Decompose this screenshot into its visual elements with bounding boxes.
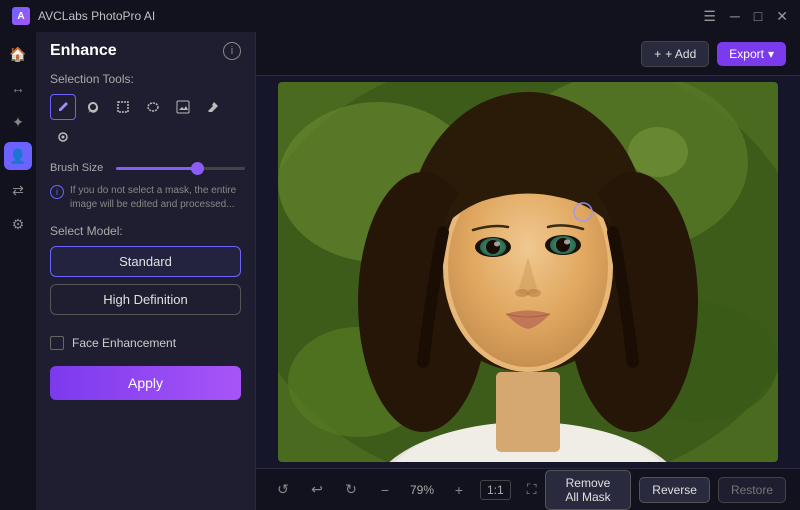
undo2-button[interactable]: ↩ <box>304 477 330 503</box>
export-button[interactable]: Export ▾ <box>717 42 786 66</box>
sidebar-item-object[interactable]: ✦ <box>4 108 32 136</box>
restore-button[interactable]: Restore <box>718 477 786 503</box>
selection-tools-section: Selection Tools: <box>36 66 255 156</box>
info-hint-text: If you do not select a mask, the entire … <box>70 184 241 212</box>
ellipse-select-tool[interactable] <box>140 94 166 120</box>
selection-tools-label: Selection Tools: <box>50 72 241 86</box>
pen-tool[interactable] <box>50 94 76 120</box>
left-panel: Enhance i Selection Tools: <box>36 32 256 510</box>
zoom-in-button[interactable]: + <box>446 477 472 503</box>
bottom-actions: Remove All Mask Reverse Restore <box>545 470 786 510</box>
rect-select-tool[interactable] <box>110 94 136 120</box>
brush-size-label: Brush Size <box>50 162 108 174</box>
fit-screen-button[interactable]: ⛶ <box>519 477 545 503</box>
brush-tool[interactable] <box>50 124 76 150</box>
add-icon: + <box>654 47 661 61</box>
top-bar: + + Add Export ▾ <box>256 32 800 76</box>
title-bar: A AVCLabs PhotoPro AI ☰ ─ □ ✕ <box>0 0 800 32</box>
title-bar-controls: ☰ ─ □ ✕ <box>703 9 788 23</box>
high-definition-model-button[interactable]: High Definition <box>50 284 241 315</box>
sidebar-item-face[interactable]: 👤 <box>4 142 32 170</box>
app-icon: A <box>12 7 30 25</box>
title-bar-left: A AVCLabs PhotoPro AI <box>12 7 155 25</box>
sidebar-item-settings[interactable]: ⚙ <box>4 210 32 238</box>
zoom-percentage: 79% <box>406 483 438 497</box>
main-layout: 🏠 ↔ ✦ 👤 ⇄ ⚙ Enhance i Selection Tools: <box>0 32 800 510</box>
icon-sidebar: 🏠 ↔ ✦ 👤 ⇄ ⚙ <box>0 32 36 510</box>
brush-size-row: Brush Size <box>36 156 255 180</box>
redo-button[interactable]: ↻ <box>338 477 364 503</box>
info-hint-icon: i <box>50 185 64 199</box>
portrait-image <box>278 82 778 462</box>
close-button[interactable]: ✕ <box>776 9 788 23</box>
undo-button[interactable]: ↺ <box>270 477 296 503</box>
remove-all-mask-button[interactable]: Remove All Mask <box>545 470 632 510</box>
face-enhancement-row: Face Enhancement <box>36 330 255 362</box>
export-label: Export <box>729 47 764 61</box>
apply-button[interactable]: Apply <box>50 366 241 400</box>
panel-header: Enhance i <box>36 32 255 66</box>
panel-title: Enhance <box>50 42 117 60</box>
zoom-out-button[interactable]: − <box>372 477 398 503</box>
minimize-button[interactable]: ─ <box>730 9 740 23</box>
add-label: + Add <box>665 47 696 61</box>
bottom-bar: ↺ ↩ ↻ − 79% + 1:1 ⛶ Remove All Mask Reve… <box>256 468 800 510</box>
sidebar-item-enhance[interactable]: ↔ <box>4 74 32 102</box>
panel-info-icon[interactable]: i <box>223 42 241 60</box>
add-button[interactable]: + + Add <box>641 41 709 67</box>
lasso-tool[interactable] <box>80 94 106 120</box>
brush-size-slider[interactable] <box>116 167 245 170</box>
export-chevron: ▾ <box>768 47 774 61</box>
face-enhancement-checkbox[interactable] <box>50 336 64 350</box>
eraser-tool[interactable] <box>200 94 226 120</box>
app-title: AVCLabs PhotoPro AI <box>38 9 155 23</box>
face-enhancement-label: Face Enhancement <box>72 336 176 350</box>
maximize-button[interactable]: □ <box>754 9 762 23</box>
content-area: + + Add Export ▾ <box>256 32 800 510</box>
menu-icon[interactable]: ☰ <box>703 9 716 23</box>
reverse-button[interactable]: Reverse <box>639 477 710 503</box>
info-hint: i If you do not select a mask, the entir… <box>36 180 255 220</box>
photo-container[interactable] <box>278 82 778 462</box>
image-select-tool[interactable] <box>170 94 196 120</box>
model-section: Select Model: Standard High Definition <box>36 220 255 330</box>
standard-model-button[interactable]: Standard <box>50 246 241 277</box>
zoom-ratio[interactable]: 1:1 <box>480 480 511 500</box>
select-model-label: Select Model: <box>50 224 241 238</box>
image-canvas <box>256 76 800 468</box>
apply-btn-wrap: Apply <box>36 362 255 414</box>
zoom-controls: ↺ ↩ ↻ − 79% + 1:1 ⛶ <box>270 477 545 503</box>
sidebar-item-home[interactable]: 🏠 <box>4 40 32 68</box>
sidebar-item-transfer[interactable]: ⇄ <box>4 176 32 204</box>
selection-tools-row <box>50 94 241 150</box>
